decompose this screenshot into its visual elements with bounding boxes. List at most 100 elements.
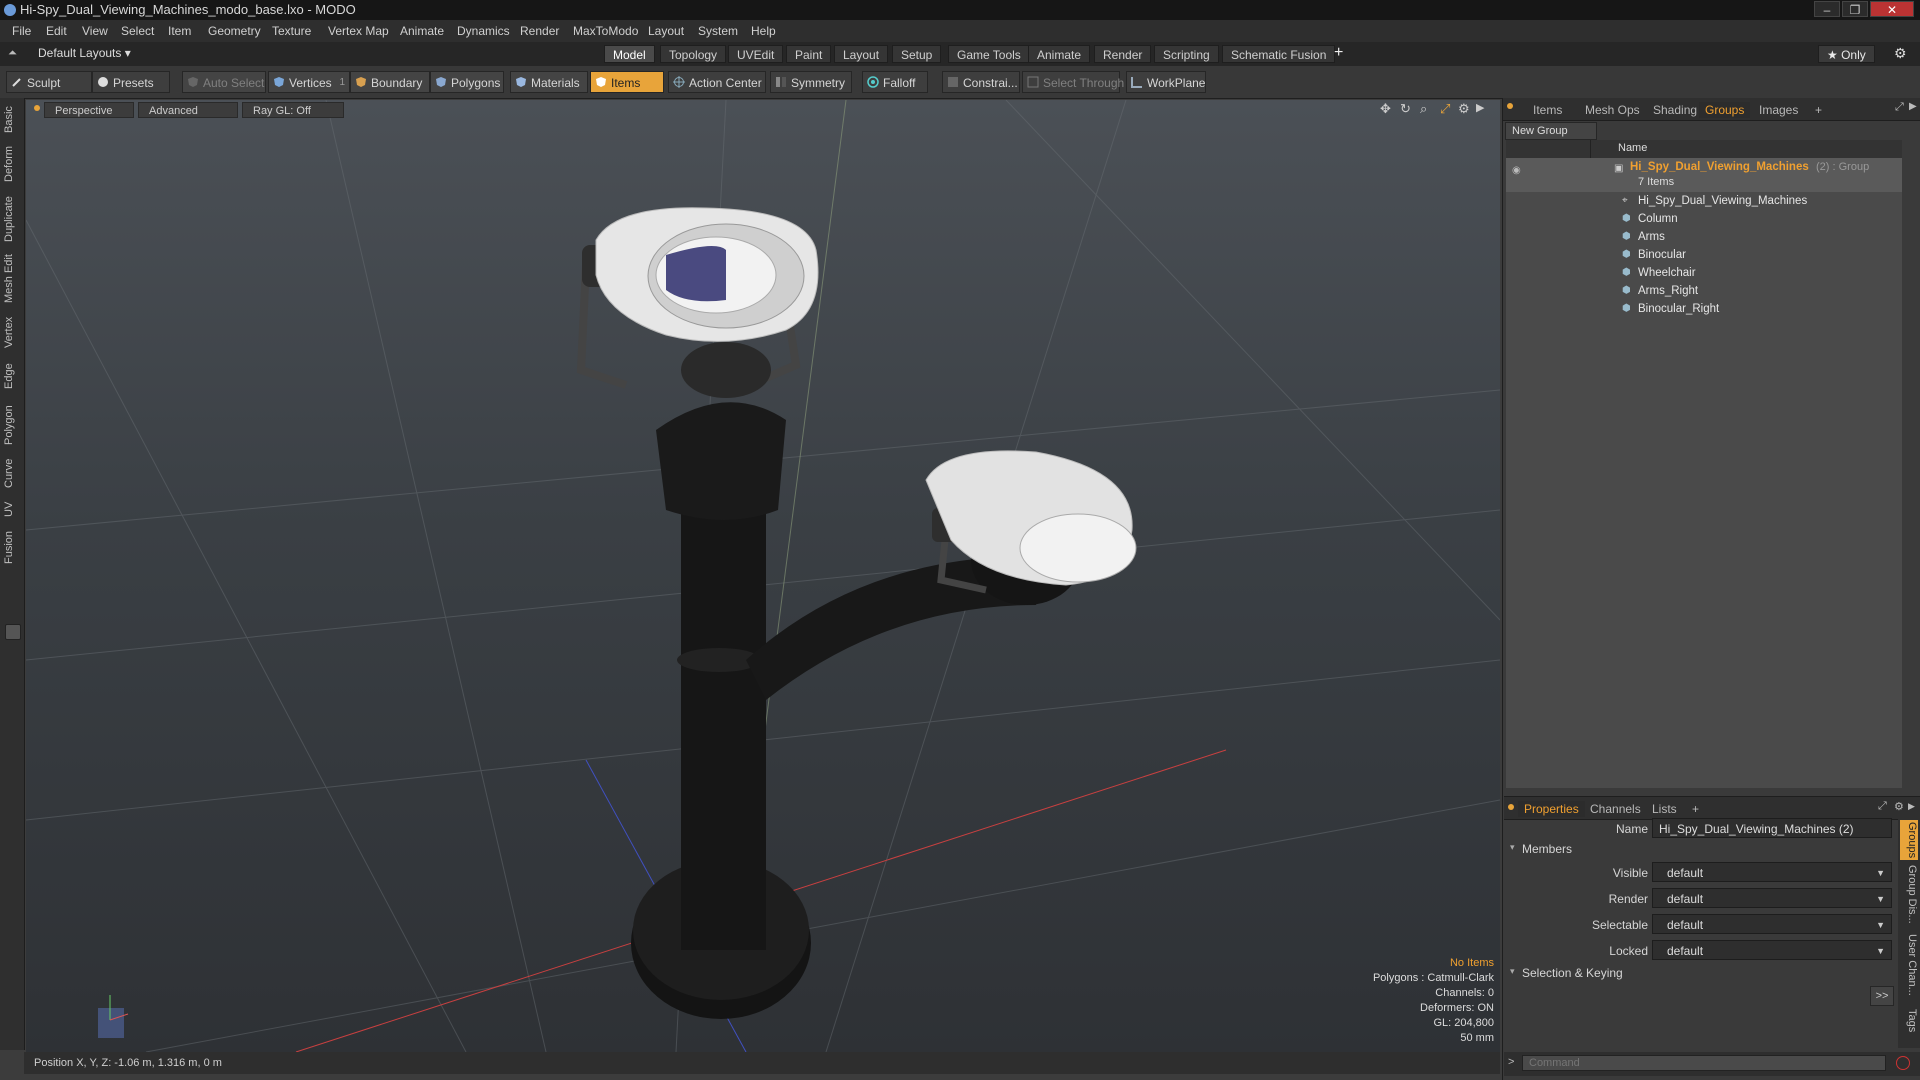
vtab-groups[interactable]: Groups — [1900, 820, 1918, 860]
polygons-button[interactable]: Polygons — [430, 71, 504, 93]
maximize-view-icon[interactable]: ⤢ — [1440, 101, 1450, 117]
tab-paint[interactable]: Paint — [786, 45, 832, 63]
vtab-uv[interactable]: UV — [3, 498, 21, 520]
add-panel-tab-button[interactable]: + — [1809, 102, 1828, 118]
advanced-button[interactable]: Advanced — [138, 102, 238, 118]
vtab-group-display[interactable]: Group Dis... — [1900, 864, 1918, 924]
panel-toggle-icon[interactable] — [5, 624, 21, 640]
menu-layout[interactable]: Layout — [648, 20, 684, 42]
tab-channels[interactable]: Channels — [1584, 801, 1647, 817]
lock-column-icon[interactable] — [1570, 140, 1591, 158]
tab-images[interactable]: Images — [1753, 102, 1804, 118]
menu-dynamics[interactable]: Dynamics — [457, 20, 510, 42]
vtab-edge[interactable]: Edge — [3, 360, 21, 392]
vtab-basic[interactable]: Basic — [3, 102, 21, 138]
groups-list[interactable]: Name ◉ ▣ Hi_Spy_Dual_Viewing_Machines (2… — [1506, 140, 1902, 788]
vtab-fusion[interactable]: Fusion — [3, 528, 21, 566]
group-name-field[interactable]: Hi_Spy_Dual_Viewing_Machines (2) — [1652, 818, 1892, 838]
add-properties-tab-button[interactable]: + — [1686, 801, 1705, 817]
visible-dropdown[interactable]: default ▼ — [1652, 862, 1892, 882]
expand-button[interactable]: >> — [1870, 986, 1894, 1006]
vtab-curve[interactable]: Curve — [3, 456, 21, 490]
workplane-button[interactable]: WorkPlane — [1126, 71, 1206, 93]
menu-help[interactable]: Help — [751, 20, 776, 42]
move-view-icon[interactable]: ✥ — [1380, 101, 1391, 117]
vtab-duplicate[interactable]: Duplicate — [3, 194, 21, 244]
auto-select-button[interactable]: Auto Select — [182, 71, 266, 93]
record-icon[interactable] — [1896, 1056, 1910, 1070]
render-column-icon[interactable] — [1526, 140, 1549, 158]
materials-button[interactable]: Materials — [510, 71, 588, 93]
action-center-button[interactable]: Action Center — [668, 71, 766, 93]
panel-menu-icon[interactable]: ▶ — [1909, 101, 1917, 112]
presets-button[interactable]: Presets — [92, 71, 170, 93]
tab-properties[interactable]: Properties — [1518, 801, 1585, 817]
tab-uvedit[interactable]: UVEdit — [728, 45, 784, 63]
tab-animate[interactable]: Animate — [1028, 45, 1091, 63]
list-item[interactable]: ⬢ Column — [1506, 210, 1902, 228]
minimize-button[interactable]: – — [1814, 1, 1840, 17]
vtab-deform[interactable]: Deform — [3, 144, 21, 184]
add-tab-button[interactable]: + — [1334, 44, 1343, 62]
tab-topology[interactable]: Topology — [660, 45, 727, 63]
vtab-tags[interactable]: Tags — [1900, 1006, 1918, 1036]
vertices-button[interactable]: Vertices 1 — [268, 71, 350, 93]
menu-maxtomodo[interactable]: MaxToModo — [573, 20, 638, 42]
visibility-column-icon[interactable] — [1506, 140, 1527, 158]
3d-viewport[interactable] — [26, 100, 1500, 1052]
menu-file[interactable]: File — [12, 20, 31, 42]
only-button[interactable]: ★ Only — [1818, 45, 1875, 63]
render-dropdown[interactable]: default ▼ — [1652, 888, 1892, 908]
tab-groups[interactable]: Groups — [1699, 102, 1751, 118]
selection-keying-section[interactable]: Selection & Keying — [1522, 966, 1623, 980]
symmetry-button[interactable]: Symmetry — [770, 71, 852, 93]
list-item[interactable]: ⌖ Hi_Spy_Dual_Viewing_Machines — [1506, 192, 1902, 210]
menu-view[interactable]: View — [82, 20, 108, 42]
tab-mesh-ops[interactable]: Mesh Ops — [1579, 102, 1646, 118]
vtab-polygon[interactable]: Polygon — [3, 402, 21, 448]
viewport-settings-icon[interactable]: ⚙ — [1458, 101, 1470, 117]
list-item[interactable]: ⬢ Wheelchair — [1506, 264, 1902, 282]
falloff-button[interactable]: Falloff — [862, 71, 928, 93]
menu-geometry[interactable]: Geometry — [208, 20, 261, 42]
items-button[interactable]: Items — [590, 71, 664, 93]
locked-dropdown[interactable]: default ▼ — [1652, 940, 1892, 960]
menu-item[interactable]: Item — [168, 20, 191, 42]
vtab-user-channels[interactable]: User Chan... — [1900, 930, 1918, 1000]
tab-lists[interactable]: Lists — [1646, 801, 1683, 817]
properties-gear-icon[interactable]: ⚙ — [1894, 800, 1904, 813]
layout-selector[interactable]: Default Layouts ▾ — [38, 46, 131, 60]
tab-scripting[interactable]: Scripting — [1154, 45, 1219, 63]
selection-keying-collapse-icon[interactable]: ▾ — [1510, 966, 1515, 977]
eye-icon[interactable]: ◉ — [1512, 162, 1521, 180]
menu-vertex-map[interactable]: Vertex Map — [328, 20, 389, 42]
tab-game-tools[interactable]: Game Tools — [948, 45, 1030, 63]
new-group-button[interactable]: New Group — [1505, 122, 1597, 140]
tab-layout[interactable]: Layout — [834, 45, 889, 63]
tab-shading[interactable]: Shading — [1647, 102, 1703, 118]
perspective-button[interactable]: Perspective — [44, 102, 134, 118]
list-item[interactable]: ⬢ Binocular — [1506, 246, 1902, 264]
tab-model[interactable]: Model — [604, 45, 655, 63]
menu-edit[interactable]: Edit — [46, 20, 67, 42]
name-column-header[interactable]: Name — [1618, 142, 1647, 154]
select-through-button[interactable]: Select Through — [1022, 71, 1124, 93]
sculpt-button[interactable]: Sculpt — [6, 71, 92, 93]
menu-select[interactable]: Select — [121, 20, 154, 42]
selectable-dropdown[interactable]: default ▼ — [1652, 914, 1892, 934]
boundary-button[interactable]: Boundary — [350, 71, 430, 93]
rotate-view-icon[interactable]: ↻ — [1400, 101, 1411, 117]
members-collapse-icon[interactable]: ▾ — [1510, 842, 1515, 853]
vtab-vertex[interactable]: Vertex — [3, 314, 21, 350]
tab-items[interactable]: Items — [1527, 102, 1568, 118]
zoom-view-icon[interactable]: ⌕ — [1420, 101, 1427, 117]
properties-expand-icon[interactable]: ⤢ — [1878, 800, 1887, 813]
constraints-button[interactable]: Constrai... — [942, 71, 1020, 93]
panel-expand-icon[interactable]: ⤢ — [1895, 101, 1904, 114]
tab-render[interactable]: Render — [1094, 45, 1152, 63]
tab-schematic-fusion[interactable]: Schematic Fusion — [1222, 45, 1336, 63]
menu-texture[interactable]: Texture — [272, 20, 311, 42]
viewport-more-icon[interactable]: ▶ — [1476, 101, 1484, 114]
select-column-icon[interactable] — [1548, 140, 1571, 158]
tab-setup[interactable]: Setup — [892, 45, 942, 63]
